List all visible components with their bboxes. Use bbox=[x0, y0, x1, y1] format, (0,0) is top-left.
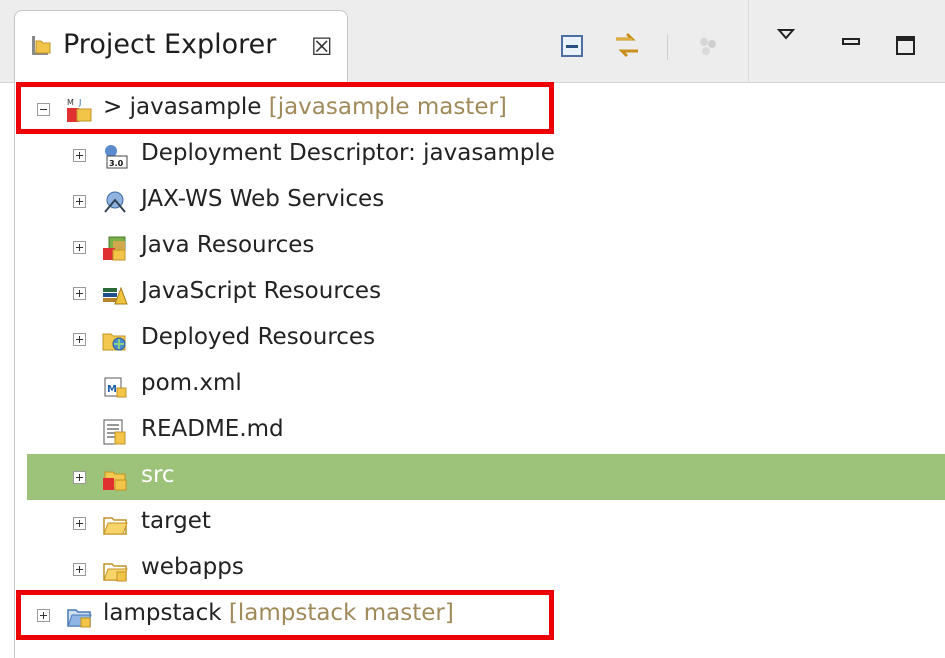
maximize-icon[interactable] bbox=[894, 34, 918, 62]
tree-item-webapps[interactable]: webapps bbox=[15, 546, 945, 592]
text-file-icon bbox=[101, 418, 127, 445]
maven-pom-file-icon: M bbox=[101, 372, 127, 398]
tree-item-label: README.md bbox=[141, 416, 284, 442]
tree-item-label: Deployment Descriptor: javasample bbox=[141, 140, 555, 166]
tree-item-label: pom.xml bbox=[141, 370, 242, 396]
view-tab-bar: Project Explorer ☒ bbox=[0, 0, 945, 83]
highlight-box bbox=[16, 590, 554, 640]
tree-item-java-resources[interactable]: Java Resources bbox=[15, 224, 945, 270]
svg-text:M: M bbox=[107, 384, 117, 395]
collapse-all-icon[interactable] bbox=[558, 32, 586, 64]
deployment-descriptor-icon: 3.0 bbox=[101, 142, 128, 169]
link-with-editor-icon[interactable] bbox=[610, 28, 644, 66]
focus-on-active-task-icon[interactable] bbox=[694, 32, 722, 64]
toolbar-divider bbox=[748, 0, 749, 82]
svg-text:3.0: 3.0 bbox=[109, 159, 124, 168]
expand-toggle[interactable] bbox=[73, 195, 86, 208]
deployed-resources-icon bbox=[101, 326, 127, 352]
highlight-box bbox=[16, 82, 554, 134]
view-menu-icon[interactable] bbox=[776, 26, 798, 48]
java-resources-icon bbox=[101, 234, 127, 261]
expand-toggle[interactable] bbox=[73, 287, 86, 300]
source-folder-icon bbox=[101, 464, 127, 491]
tree-item-label: webapps bbox=[141, 554, 244, 580]
web-services-icon bbox=[101, 188, 127, 214]
toolbar-separator bbox=[667, 34, 668, 60]
tree-item-deployed-resources[interactable]: Deployed Resources bbox=[15, 316, 945, 362]
tree-item-label: JAX-WS Web Services bbox=[141, 186, 385, 212]
expand-toggle[interactable] bbox=[73, 563, 86, 576]
tree-item-javascript-resources[interactable]: JavaScript Resources bbox=[15, 270, 945, 316]
tree-item-label: Java Resources bbox=[141, 232, 315, 258]
tree-item-readme[interactable]: README.md bbox=[15, 408, 945, 454]
tree-item-label: src bbox=[141, 462, 175, 488]
tree-item-label: JavaScript Resources bbox=[141, 278, 382, 304]
tree-item-deployment-descriptor[interactable]: 3.0 Deployment Descriptor: javasample bbox=[15, 132, 945, 178]
minimize-icon[interactable] bbox=[840, 34, 862, 53]
project-explorer-view: Project Explorer ☒ M J > javasample [jav… bbox=[0, 0, 945, 658]
expand-toggle[interactable] bbox=[73, 471, 86, 484]
project-explorer-icon bbox=[27, 33, 53, 59]
expand-toggle[interactable] bbox=[73, 241, 86, 254]
expand-toggle[interactable] bbox=[73, 333, 86, 346]
close-icon[interactable]: ☒ bbox=[311, 33, 333, 61]
tree-item-jax-ws[interactable]: JAX-WS Web Services bbox=[15, 178, 945, 224]
tree-item-target[interactable]: target bbox=[15, 500, 945, 546]
tab-title: Project Explorer bbox=[63, 29, 277, 60]
expand-toggle[interactable] bbox=[73, 149, 86, 162]
folder-icon bbox=[101, 556, 128, 582]
project-tree: M J > javasample [javasample master] 3.0 bbox=[15, 82, 945, 658]
tab-project-explorer[interactable]: Project Explorer ☒ bbox=[14, 10, 348, 83]
tree-item-src[interactable]: src bbox=[27, 454, 945, 500]
javascript-resources-icon bbox=[101, 280, 128, 306]
folder-icon bbox=[101, 510, 128, 536]
tree-item-label: target bbox=[141, 508, 211, 534]
tree-item-pom-xml[interactable]: M pom.xml bbox=[15, 362, 945, 408]
tree-item-label: Deployed Resources bbox=[141, 324, 376, 350]
expand-toggle[interactable] bbox=[73, 517, 86, 530]
